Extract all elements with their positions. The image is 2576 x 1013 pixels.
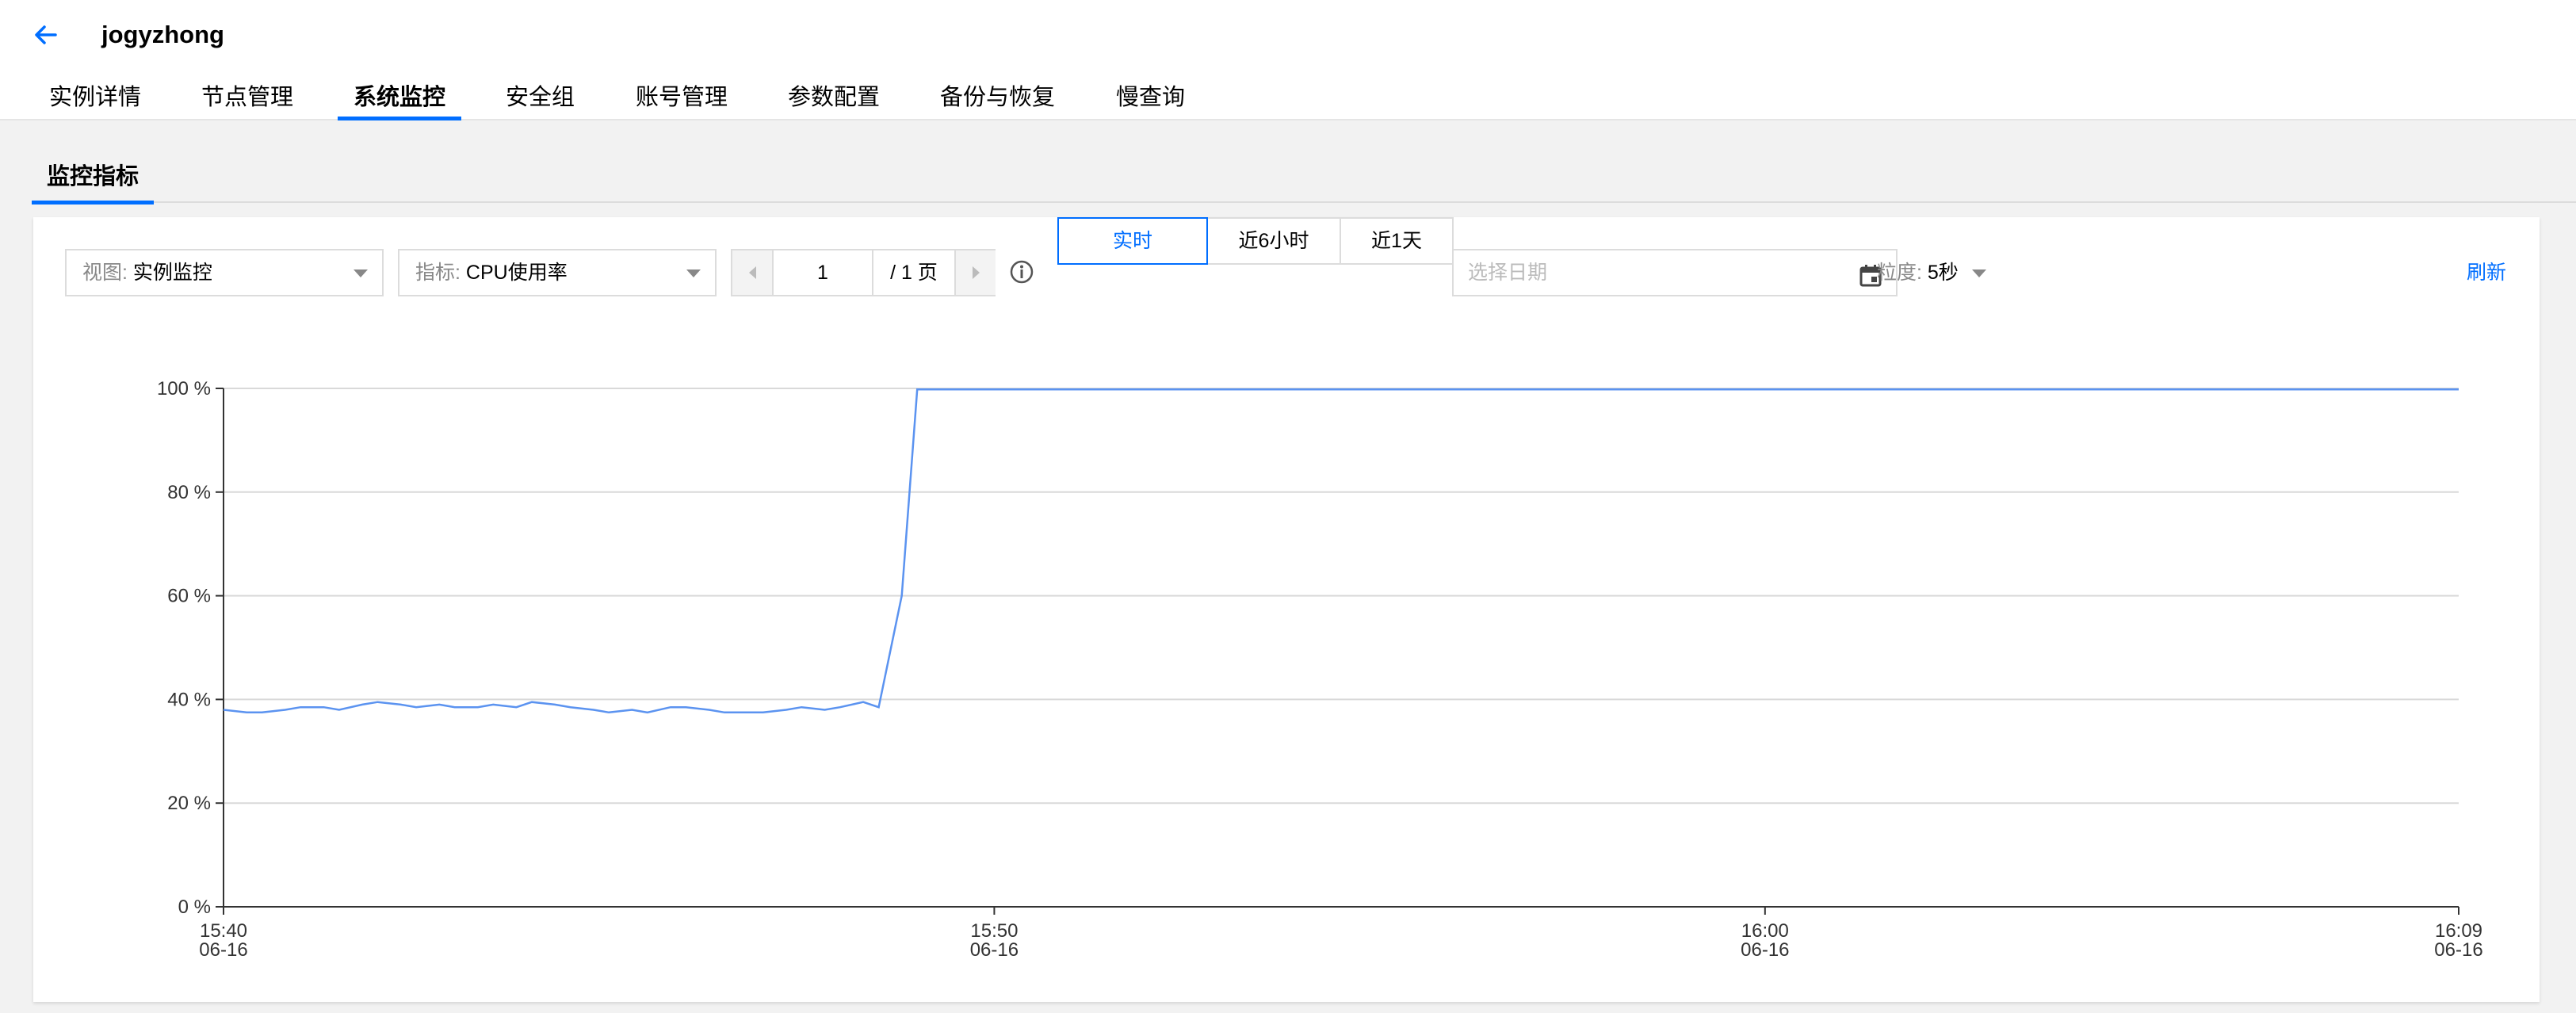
- active-subtab-indicator: [32, 201, 154, 205]
- tab-backup-restore[interactable]: 备份与恢复: [940, 79, 1055, 120]
- arrow-left-icon[interactable]: [29, 17, 63, 52]
- y-tick-label: 80 %: [167, 482, 211, 503]
- tab-system-monitoring[interactable]: 系统监控: [338, 79, 462, 120]
- y-tick-label: 60 %: [167, 586, 211, 607]
- x-tick-time-label: 16:09: [2435, 920, 2482, 942]
- tab-parameter-config[interactable]: 参数配置: [788, 79, 880, 120]
- x-tick-time-label: 15:40: [200, 920, 247, 942]
- tab-slow-query[interactable]: 慢查询: [1116, 79, 1185, 120]
- cpu-usage-chart: 0 %20 %40 %60 %80 %100 %15:4006-1615:500…: [157, 378, 2483, 961]
- x-tick-date-label: 06-16: [970, 939, 1019, 961]
- active-tab-indicator: [338, 117, 462, 120]
- y-tick-label: 100 %: [157, 378, 211, 399]
- y-tick-label: 40 %: [167, 689, 211, 710]
- top-bar: jogyzhong 实例详情 节点管理 系统监控 安全组 账号管理 参数配置 备…: [0, 0, 2576, 120]
- tab-instance-details[interactable]: 实例详情: [49, 79, 141, 120]
- sub-tab-bar: 监控指标: [32, 155, 2576, 205]
- y-tick-label: 20 %: [167, 793, 211, 814]
- x-tick-date-label: 06-16: [2434, 939, 2482, 961]
- x-tick-time-label: 16:00: [1741, 920, 1789, 942]
- time-realtime-button[interactable]: 实时: [1057, 217, 1208, 265]
- subtab-monitoring-metrics[interactable]: 监控指标: [32, 155, 154, 205]
- tab-security-group[interactable]: 安全组: [506, 79, 575, 120]
- monitor-card: 视图: 实例监控 指标: CPU使用率 / 1 页 实时 近6小时 近1天 粒度…: [33, 217, 2540, 1002]
- x-tick-date-label: 06-16: [1741, 939, 1789, 961]
- x-tick-time-label: 15:50: [970, 920, 1018, 942]
- page-title: jogyzhong: [101, 21, 224, 48]
- cpu-usage-series-line: [223, 388, 2459, 714]
- x-tick-date-label: 06-16: [199, 939, 247, 961]
- y-tick-label: 0 %: [178, 896, 211, 918]
- tab-account-management[interactable]: 账号管理: [636, 79, 728, 120]
- tab-node-management[interactable]: 节点管理: [201, 79, 293, 120]
